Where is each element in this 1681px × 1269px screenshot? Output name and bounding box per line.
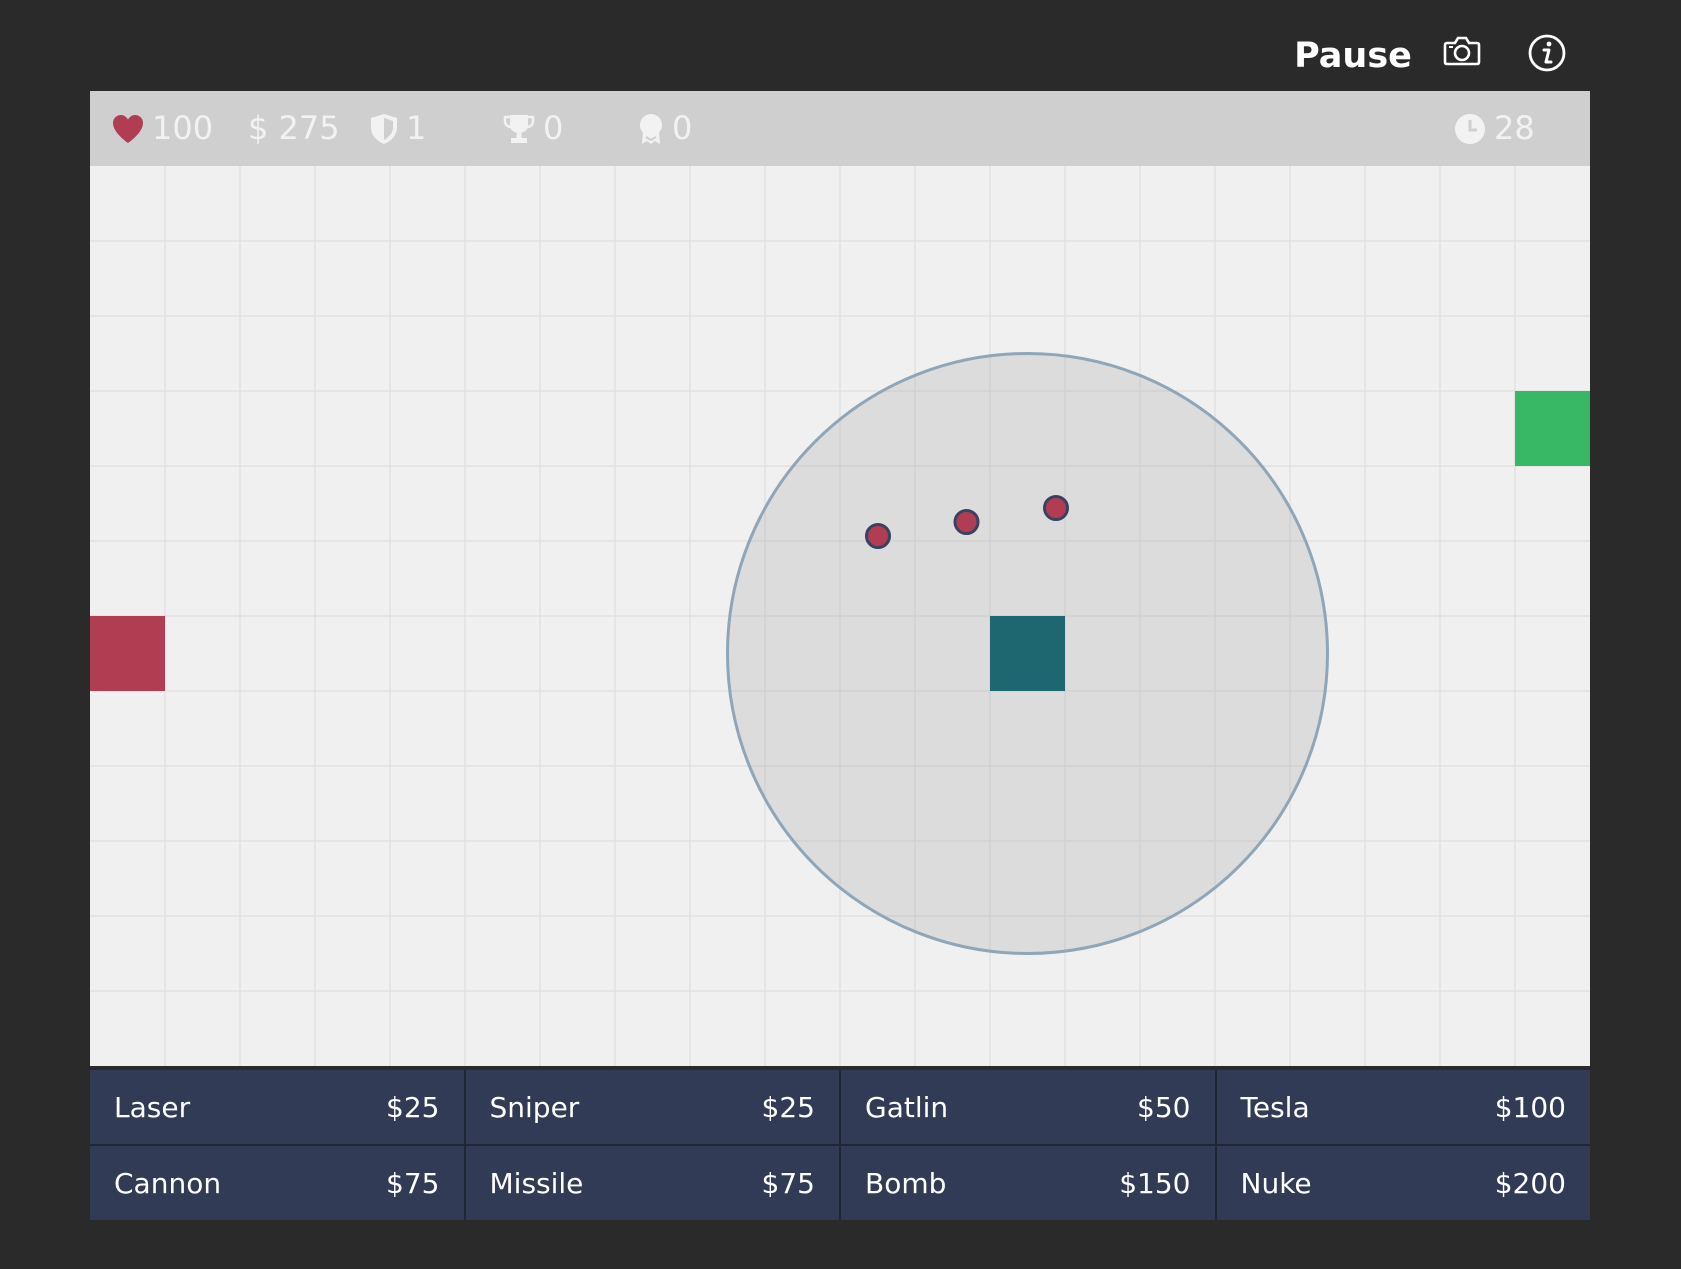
tower-name: Bomb	[865, 1166, 947, 1200]
tower-price: $150	[1119, 1166, 1191, 1200]
kills-stat: 0	[503, 91, 563, 166]
trophy-icon	[503, 114, 535, 143]
tower-name: Cannon	[114, 1166, 222, 1200]
tower-button-laser[interactable]: Laser $25	[90, 1070, 464, 1144]
tower-name: Nuke	[1240, 1166, 1312, 1200]
tower-button-cannon[interactable]: Cannon $75	[90, 1146, 464, 1220]
tower-button-nuke[interactable]: Nuke $200	[1216, 1146, 1590, 1220]
heart-icon	[113, 114, 143, 143]
tower-button-missile[interactable]: Missile $75	[465, 1146, 839, 1220]
top-controls: Pause	[0, 0, 1681, 90]
medals-stat: 0	[638, 91, 692, 166]
shield-icon	[371, 113, 397, 144]
tower-name: Missile	[489, 1166, 584, 1200]
info-icon[interactable]	[1527, 33, 1567, 73]
money-stat: $ 275	[248, 91, 340, 166]
play-field[interactable]	[90, 166, 1590, 1066]
wave-stat: 1	[370, 91, 426, 166]
award-icon	[640, 113, 662, 144]
enemy-spawn-tile	[90, 616, 165, 691]
tower-name: Tesla	[1240, 1090, 1310, 1124]
tower-name: Laser	[114, 1090, 191, 1124]
tower-price: $100	[1494, 1090, 1566, 1124]
tower-button-bomb[interactable]: Bomb $150	[841, 1146, 1215, 1220]
timer-stat: 28	[1454, 91, 1535, 166]
enemy	[1043, 495, 1069, 521]
tower-price: $200	[1494, 1166, 1566, 1200]
enemy	[953, 509, 980, 535]
grid-canvas[interactable]	[90, 166, 1590, 1066]
tower-name: Sniper	[489, 1090, 580, 1124]
tower-name: Gatlin	[865, 1090, 949, 1124]
placed-tower[interactable]	[990, 616, 1065, 691]
health-stat: 100	[112, 91, 213, 166]
enemy	[865, 523, 891, 549]
clock-icon	[1455, 113, 1485, 144]
tower-button-gatlin[interactable]: Gatlin $50	[841, 1070, 1215, 1144]
tower-shop: Laser $25 Sniper $25 Gatlin $50 Tesla $1…	[90, 1070, 1590, 1220]
exit-tile	[1515, 391, 1590, 466]
kills-value: 0	[543, 109, 564, 147]
medals-value: 0	[672, 109, 693, 147]
tower-price: $25	[761, 1090, 815, 1124]
wave-value: 1	[406, 109, 427, 147]
pause-button[interactable]: Pause	[1283, 30, 1423, 82]
stats-bar: 100 $ 275 1 0 0 28	[90, 91, 1590, 166]
tower-price: $75	[761, 1166, 815, 1200]
tower-price: $50	[1137, 1090, 1191, 1124]
tower-button-tesla[interactable]: Tesla $100	[1216, 1070, 1590, 1144]
timer-value: 28	[1494, 109, 1535, 147]
tower-price: $75	[386, 1166, 440, 1200]
tower-button-sniper[interactable]: Sniper $25	[465, 1070, 839, 1144]
health-value: 100	[152, 109, 214, 147]
game-board: 100 $ 275 1 0 0 28	[90, 91, 1590, 1066]
camera-icon[interactable]	[1443, 35, 1481, 67]
money-value: $ 275	[248, 109, 340, 147]
tower-price: $25	[386, 1090, 440, 1124]
